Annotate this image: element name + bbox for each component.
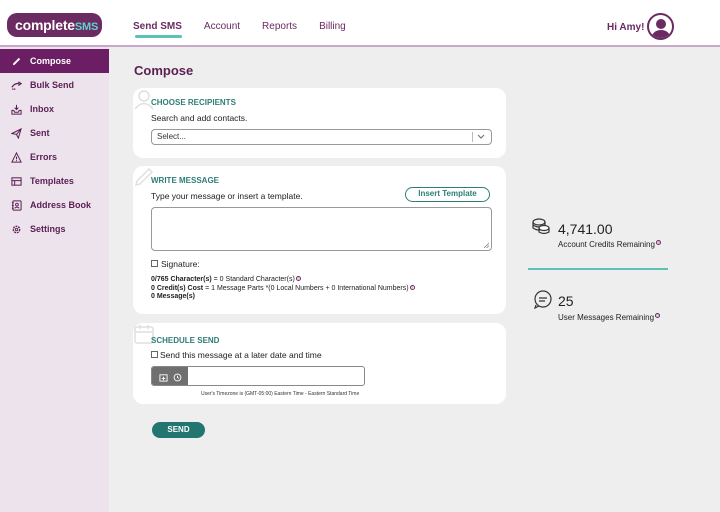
choose-recipients-card: CHOOSE RECIPIENTS Search and add contact… (133, 88, 506, 158)
sidebar-item-settings[interactable]: Settings (0, 217, 109, 241)
inbox-icon (10, 103, 22, 115)
messages-remaining-value: 25 (558, 293, 574, 309)
recipients-hint: Search and add contacts. (151, 113, 248, 123)
sidebar-item-label: Settings (30, 224, 66, 234)
page-title: Compose (134, 63, 194, 78)
nav-reports[interactable]: Reports (262, 21, 297, 38)
logo-text: complete (15, 17, 75, 33)
message-textarea[interactable] (151, 207, 492, 251)
warning-icon (10, 151, 22, 163)
section-heading: CHOOSE RECIPIENTS (151, 98, 236, 107)
nav-account[interactable]: Account (204, 21, 240, 38)
schedule-later-checkbox[interactable] (151, 351, 158, 358)
message-bubble-icon (534, 290, 552, 309)
character-count-rest: = 0 Standard Character(s) (211, 276, 295, 283)
credit-cost: 0 Credit(s) Cost = 1 Message Parts *(0 L… (151, 285, 415, 292)
sidebar-item-address-book[interactable]: Address Book (0, 193, 109, 217)
pencil-icon (10, 55, 22, 67)
gear-icon (10, 223, 22, 235)
credits-remaining-text: Account Credits Remaining (558, 240, 655, 249)
help-icon[interactable]: ? (655, 240, 661, 245)
bulk-send-icon (10, 79, 22, 91)
help-icon[interactable]: ? (409, 285, 415, 290)
messages-remaining-label: User Messages Remaining? (558, 313, 661, 322)
resize-handle-icon[interactable] (483, 242, 489, 248)
credits-remaining-value: 4,741.00 (558, 221, 613, 237)
user-greeting: Hi Amy! (607, 22, 645, 33)
schedule-send-card: SCHEDULE SEND Send this message at a lat… (133, 323, 506, 404)
datetime-buttons (152, 367, 188, 385)
help-icon[interactable]: ? (295, 276, 301, 281)
logo[interactable]: completeSMS (7, 13, 102, 37)
credit-cost-rest: = 1 Message Parts *(0 Local Numbers + 0 … (203, 285, 409, 292)
address-book-icon (10, 199, 22, 211)
credits-remaining-label: Account Credits Remaining? (558, 240, 661, 249)
timezone-note: User's Timezone is (GMT-05:00) Eastern T… (201, 391, 360, 397)
sidebar-item-label: Templates (30, 176, 74, 186)
sidebar-item-compose[interactable]: Compose (0, 49, 109, 73)
clock-icon[interactable] (173, 373, 182, 382)
messages-remaining-text: User Messages Remaining (558, 313, 655, 322)
select-value: Select... (157, 132, 186, 141)
signature-checkbox[interactable] (151, 260, 158, 267)
signature-label: Signature: (161, 259, 200, 269)
sidebar-item-templates[interactable]: Templates (0, 169, 109, 193)
logo-suffix: SMS (74, 21, 99, 33)
credit-cost-bold: 0 Credit(s) Cost (151, 285, 204, 292)
recipients-select[interactable]: Select... (151, 129, 492, 145)
section-heading: WRITE MESSAGE (151, 176, 220, 185)
message-count-bold: 0 Message(s) (151, 293, 195, 300)
templates-icon (10, 175, 22, 187)
sidebar: Compose Bulk Send Inbox Sent Errors Temp… (0, 47, 109, 512)
sidebar-item-label: Inbox (30, 104, 54, 114)
sidebar-item-label: Compose (30, 56, 72, 66)
user-avatar-icon[interactable] (647, 13, 674, 40)
send-button[interactable]: SEND (152, 422, 205, 438)
paper-plane-icon (10, 127, 22, 139)
sidebar-item-label: Errors (30, 152, 58, 162)
sidebar-item-label: Bulk Send (30, 80, 75, 90)
insert-template-button[interactable]: Insert Template (405, 187, 490, 202)
sidebar-item-label: Sent (30, 128, 50, 138)
top-nav: Send SMS Account Reports Billing (133, 21, 368, 38)
nav-send-sms[interactable]: Send SMS (133, 21, 182, 38)
message-hint: Type your message or insert a template. (151, 191, 303, 201)
sidebar-item-label: Address Book (30, 200, 92, 210)
coins-icon (532, 218, 550, 235)
section-heading: SCHEDULE SEND (151, 336, 220, 345)
chevron-down-icon[interactable] (476, 131, 486, 143)
help-icon[interactable]: ? (655, 313, 661, 318)
stats-divider (528, 268, 668, 270)
character-count-bold: 0/765 Character(s) (151, 276, 212, 283)
character-count: 0/765 Character(s) = 0 Standard Characte… (151, 276, 301, 283)
sidebar-item-errors[interactable]: Errors (0, 145, 109, 169)
calendar-add-icon[interactable] (158, 373, 168, 382)
message-count: 0 Message(s) (151, 293, 195, 300)
sidebar-item-sent[interactable]: Sent (0, 121, 109, 145)
sidebar-item-bulk-send[interactable]: Bulk Send (0, 73, 109, 97)
datetime-picker[interactable] (151, 366, 365, 386)
schedule-later-label: Send this message at a later date and ti… (160, 350, 322, 360)
write-message-card: WRITE MESSAGE Type your message or inser… (133, 166, 506, 314)
top-header: completeSMS Send SMS Account Reports Bil… (0, 0, 720, 47)
sidebar-item-inbox[interactable]: Inbox (0, 97, 109, 121)
nav-billing[interactable]: Billing (319, 21, 346, 38)
